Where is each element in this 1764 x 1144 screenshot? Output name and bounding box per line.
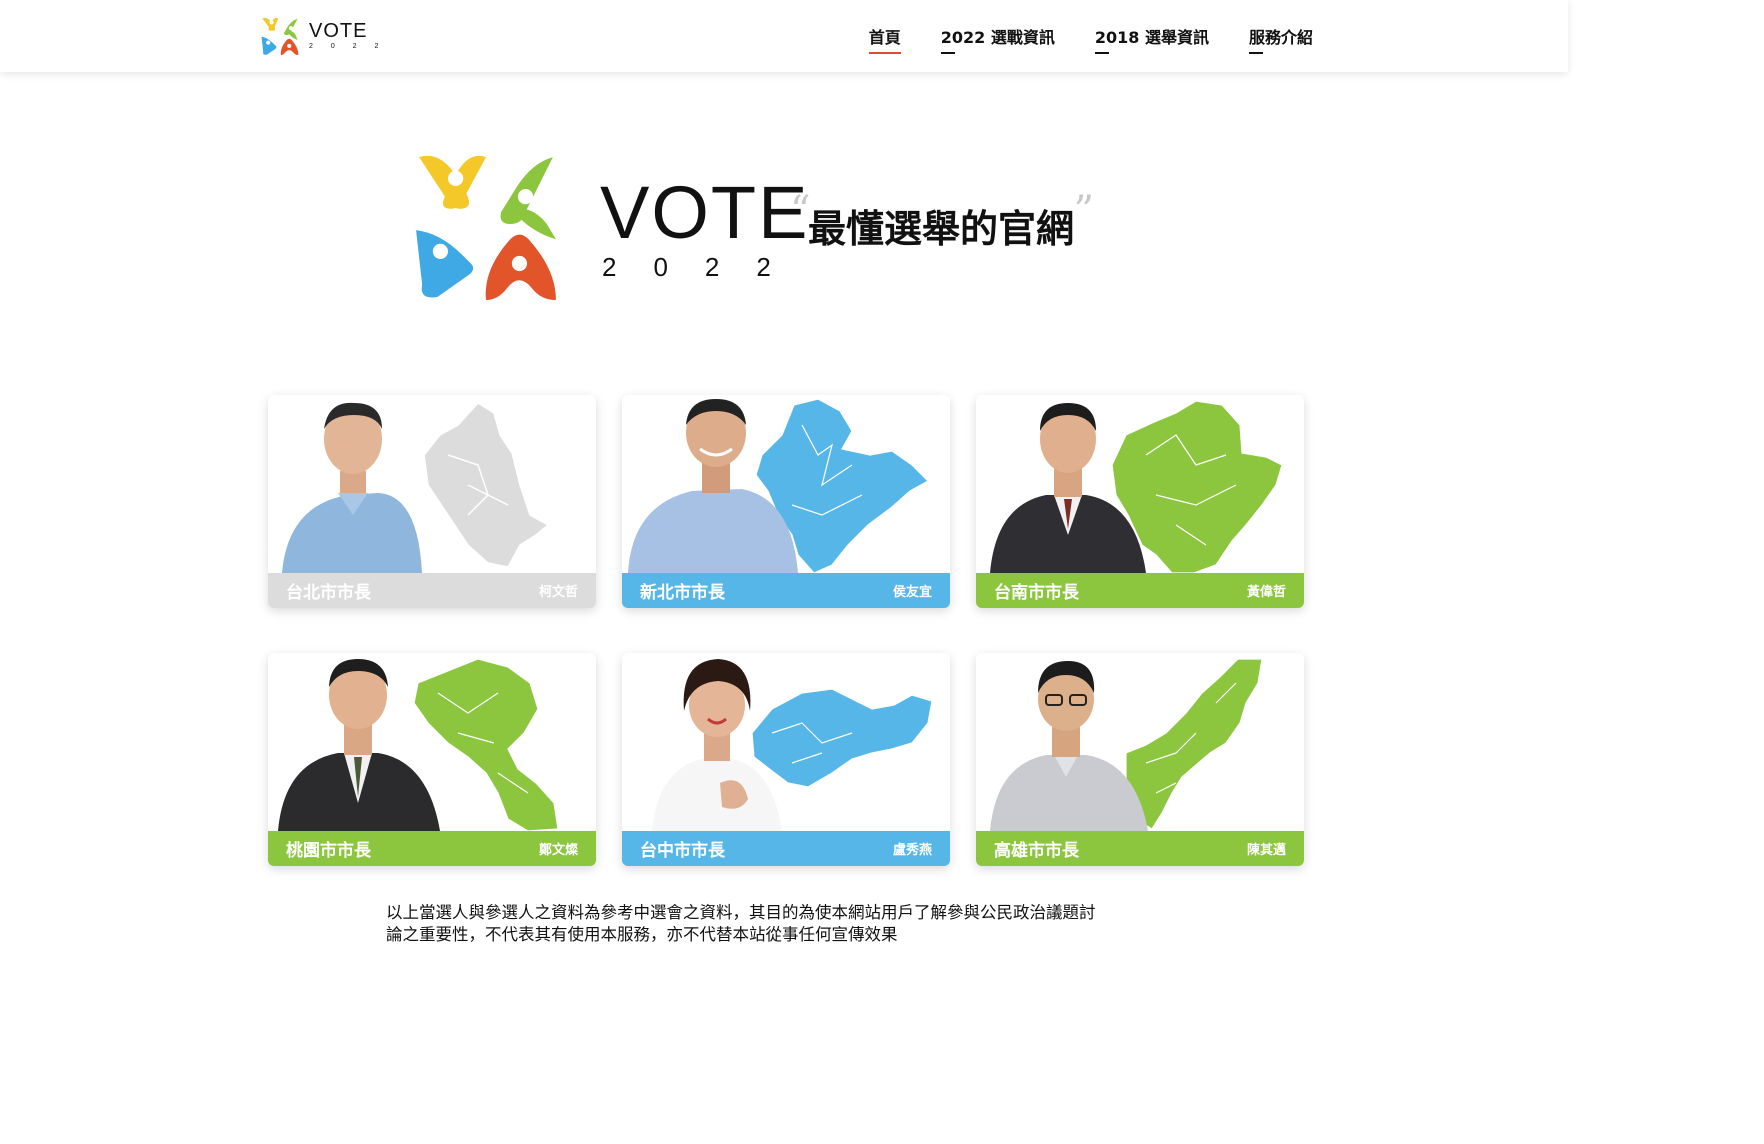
nav-item-home[interactable]: 首頁 (868, 24, 901, 54)
hero-tagline: “ 最懂選舉的官網 ” (790, 188, 1094, 253)
nav-item-services[interactable]: 服務介紹 (1248, 24, 1313, 54)
main-nav: 首頁 2022 選戰資訊 2018 選舉資訊 服務介紹 (868, 24, 1313, 54)
card-title: 台北市市長 (286, 583, 371, 603)
card-label-bar: 台中市市長 盧秀燕 (622, 831, 950, 866)
card-label-bar: 高雄市市長 陳其邁 (976, 831, 1304, 866)
disclaimer-line-2: 論之重要性，不代表其有使用本服務，亦不代替本站從事任何宣傳效果 (386, 925, 898, 944)
card-label-bar: 新北市市長 侯友宜 (622, 573, 950, 608)
card-title: 桃園市市長 (286, 841, 371, 861)
disclaimer-line-1: 以上當選人與參選人之資料為參考中選會之資料，其目的為使本網站用戶了解參與公民政治… (386, 903, 1096, 922)
brand-logo-link[interactable]: VOTE 2 0 2 2 (259, 14, 386, 56)
candidate-name: 柯文哲 (538, 585, 578, 600)
vote-hero-logo-icon (416, 155, 556, 300)
candidate-card-taichung[interactable]: 台中市市長 盧秀燕 (622, 653, 950, 866)
vote-logo-icon (261, 17, 299, 56)
candidate-card-taipei[interactable]: 台北市市長 柯文哲 (268, 395, 596, 608)
kaohsiung-map-icon (1125, 658, 1263, 830)
candidate-card-taoyuan[interactable]: 桃園市市長 鄭文燦 (268, 653, 596, 866)
candidate-figure-kaohsiung (990, 661, 1148, 831)
hero-banner: VOTE 2022 “ 最懂選舉的官網 ” (410, 148, 1170, 308)
candidate-name: 鄭文燦 (538, 843, 578, 858)
open-quote-mark: “ (790, 188, 811, 234)
close-quote-mark: ” (1073, 188, 1095, 234)
brand-year: 2 0 2 2 (309, 42, 387, 50)
candidate-photo-taoyuan (268, 653, 596, 831)
taoyuan-map-icon (413, 658, 559, 831)
card-label-bar: 台南市市長 黃偉哲 (976, 573, 1304, 608)
card-title: 台南市市長 (994, 583, 1079, 603)
card-label-bar: 桃園市市長 鄭文燦 (268, 831, 596, 866)
candidate-name: 盧秀燕 (892, 843, 932, 858)
hero-year: 2022 (602, 252, 808, 282)
candidate-name: 黃偉哲 (1246, 585, 1286, 600)
candidate-photo-taichung (622, 653, 950, 831)
disclaimer-text: 以上當選人與參選人之資料為參考中選會之資料，其目的為使本網站用戶了解參與公民政治… (386, 902, 1186, 946)
candidate-photo-kaohsiung (976, 653, 1304, 831)
taipei-map-icon (423, 402, 550, 568)
card-title: 高雄市市長 (994, 841, 1079, 861)
candidate-card-new-taipei[interactable]: 新北市市長 侯友宜 (622, 395, 950, 608)
taichung-map-icon (751, 688, 933, 788)
nav-item-2022-campaign[interactable]: 2022 選戰資訊 (940, 24, 1055, 54)
hero-wordmark: VOTE (600, 171, 810, 254)
card-title: 新北市市長 (640, 583, 725, 603)
top-header: VOTE 2 0 2 2 首頁 2022 選戰資訊 2018 選舉資訊 服務介紹 (0, 0, 1568, 72)
candidate-photo-tainan (976, 395, 1304, 573)
card-label-bar: 台北市市長 柯文哲 (268, 573, 596, 608)
candidate-card-kaohsiung[interactable]: 高雄市市長 陳其邁 (976, 653, 1304, 866)
candidate-figure-taipei (282, 402, 422, 573)
brand-wordmark: VOTE (309, 19, 368, 42)
candidate-photo-new-taipei (622, 395, 950, 573)
candidate-name: 侯友宜 (892, 585, 932, 600)
candidate-card-tainan[interactable]: 台南市市長 黃偉哲 (976, 395, 1304, 608)
candidate-name: 陳其邁 (1246, 843, 1286, 858)
card-title: 台中市市長 (640, 841, 725, 861)
candidate-figure-taoyuan (278, 659, 440, 831)
tagline-text: 最懂選舉的官網 (808, 207, 1075, 251)
nav-item-2018-election[interactable]: 2018 選舉資訊 (1094, 24, 1209, 54)
candidate-photo-taipei (268, 395, 596, 573)
